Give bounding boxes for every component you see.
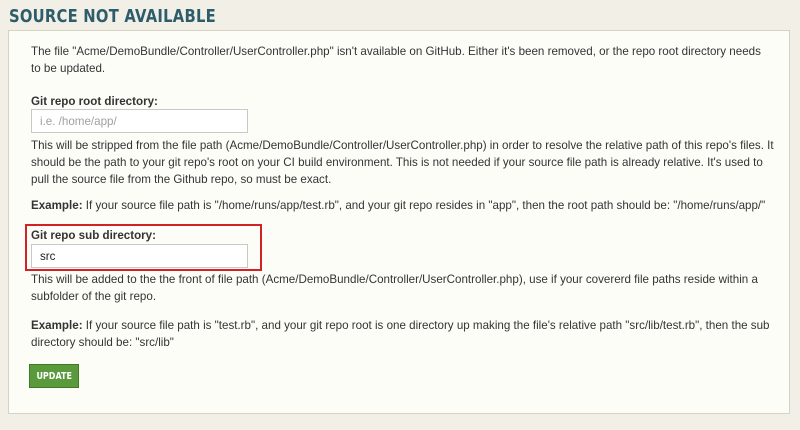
example-text: If your source file path is "/home/runs/… (82, 199, 766, 212)
example-label: Example: (31, 319, 83, 332)
root-dir-input[interactable] (31, 109, 248, 133)
update-button-label: UPDATE (36, 370, 72, 382)
example-text: If your source file path is "test.rb", a… (31, 319, 770, 349)
page-title: SOURCE NOT AVAILABLE (9, 6, 216, 27)
sub-dir-help: This will be added to the the front of f… (31, 273, 758, 303)
root-dir-help: This will be stripped from the file path… (31, 139, 774, 186)
update-button[interactable]: UPDATE (29, 364, 79, 388)
source-settings-panel: The file "Acme/DemoBundle/Controller/Use… (8, 30, 790, 414)
sub-dir-input[interactable] (31, 244, 248, 268)
sub-dir-example: Example: If your source file path is "te… (31, 317, 776, 351)
missing-file-notice: The file "Acme/DemoBundle/Controller/Use… (31, 45, 761, 75)
root-dir-label: Git repo root directory: (31, 95, 158, 108)
root-dir-example: Example: If your source file path is "/h… (31, 197, 776, 214)
example-label: Example: (31, 199, 83, 212)
sub-dir-label: Git repo sub directory: (31, 229, 156, 242)
